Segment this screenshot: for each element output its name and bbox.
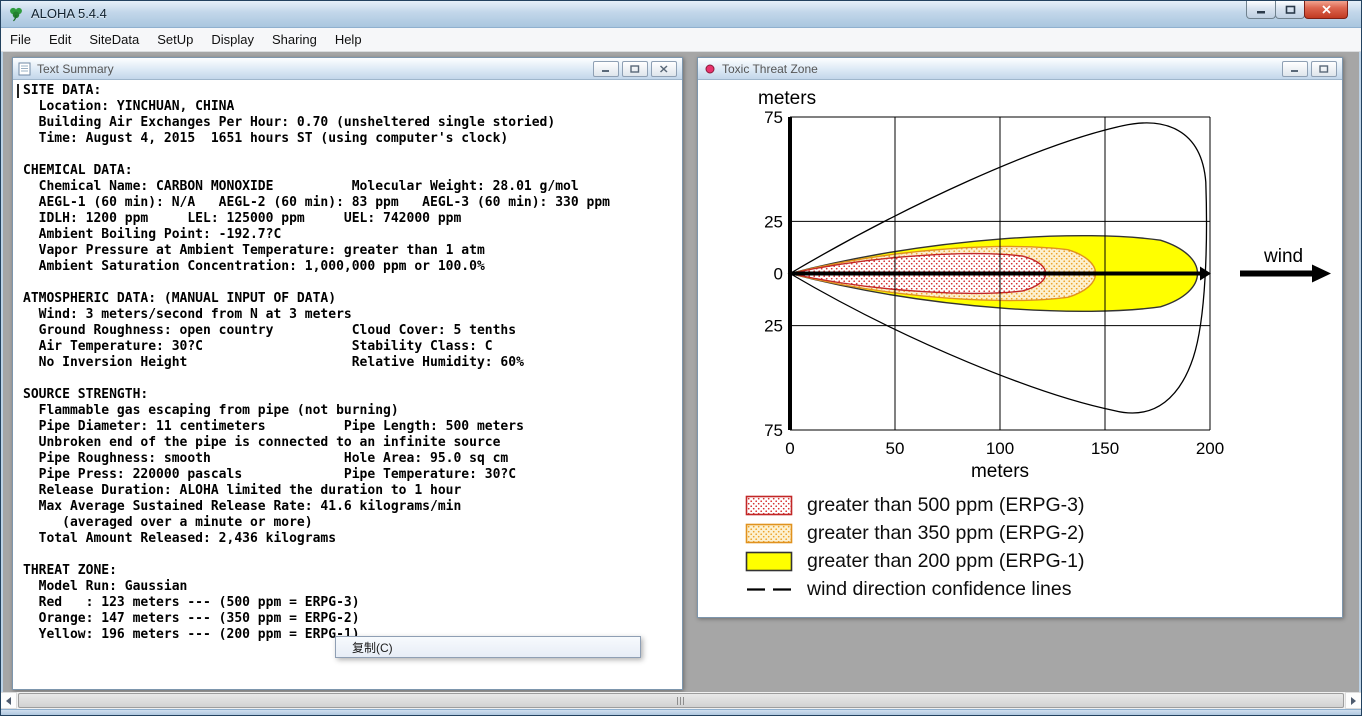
legend-swatch-yellow: [745, 551, 793, 571]
menu-help[interactable]: Help: [327, 29, 370, 50]
scrollbar-track[interactable]: [17, 692, 1345, 709]
scroll-left-button[interactable]: [0, 692, 17, 709]
y-tick-label: 75: [764, 421, 783, 440]
legend-label-yellow: greater than 200 ppm (ERPG-1): [807, 549, 1085, 572]
legend-swatch-dashed-line: [747, 587, 791, 591]
window-left-frame: [0, 52, 3, 709]
menu-sitedata[interactable]: SiteData: [81, 29, 147, 50]
y-tick-label: 25: [764, 212, 783, 231]
document-icon: [18, 62, 32, 76]
threat-zone-window: Toxic Threat Zone 0 50 100 150 200 75 25…: [697, 57, 1343, 618]
threat-zone-plot: 0 50 100 150 200752502575metersmeterswind: [758, 88, 1331, 482]
threat-zone-title: Toxic Threat Zone: [722, 61, 818, 76]
threat-legend: greater than 500 ppm (ERPG-3) greater th…: [745, 491, 1084, 603]
x-tick-label: 100: [986, 439, 1014, 458]
legend-row-orange: greater than 350 ppm (ERPG-2): [745, 519, 1084, 547]
legend-row-red: greater than 500 ppm (ERPG-3): [745, 491, 1084, 519]
menu-setup[interactable]: SetUp: [149, 29, 201, 50]
title-bar[interactable]: ALOHA 5.4.4: [0, 0, 1362, 28]
scroll-left-arrow-icon: [6, 696, 11, 705]
threat-zone-titlebar[interactable]: Toxic Threat Zone: [698, 58, 1342, 80]
maximize-button[interactable]: [1275, 1, 1305, 19]
x-tick-label: 200: [1196, 439, 1224, 458]
x-axis-title: meters: [971, 461, 1029, 482]
menu-edit[interactable]: Edit: [41, 29, 79, 50]
y-tick-label: 25: [764, 317, 783, 336]
window-controls: [1246, 1, 1348, 19]
legend-row-yellow: greater than 200 ppm (ERPG-1): [745, 547, 1084, 575]
threat-zone-maximize-button[interactable]: [1311, 60, 1337, 77]
legend-swatch-red-dots: [745, 495, 793, 515]
menu-bar: File Edit SiteData SetUp Display Sharing…: [0, 28, 1362, 52]
aloha-clover-icon: [8, 6, 24, 22]
legend-swatch-orange-dots: [745, 523, 793, 543]
x-tick-label: 50: [886, 439, 905, 458]
minimize-button[interactable]: [1246, 1, 1276, 19]
y-tick-label: 75: [764, 108, 783, 127]
threat-zone-content: 0 50 100 150 200 75 25 0 25 75 meters meters wind gr…: [698, 80, 1342, 617]
text-summary-titlebar[interactable]: Text Summary: [13, 58, 682, 80]
text-summary-content: SITE DATA: Location: YINCHUAN, CHINA Bui…: [13, 80, 682, 689]
wind-arrow: [1240, 270, 1312, 277]
menu-display[interactable]: Display: [203, 29, 262, 50]
text-summary-close-button[interactable]: [651, 60, 677, 77]
menu-file[interactable]: File: [2, 29, 39, 50]
text-summary-window: Text Summary SITE DATA: Location: YINCHU…: [12, 57, 683, 690]
context-menu-item-copy[interactable]: 复制(C): [336, 639, 393, 656]
window-title: ALOHA 5.4.4: [31, 6, 107, 21]
close-button[interactable]: [1304, 1, 1348, 19]
x-tick-label: 0: [785, 439, 794, 458]
horizontal-scrollbar[interactable]: [0, 692, 1362, 709]
x-tick-label: 150: [1091, 439, 1119, 458]
scroll-right-button[interactable]: [1345, 692, 1362, 709]
text-summary-minimize-button[interactable]: [593, 60, 619, 77]
legend-label-red: greater than 500 ppm (ERPG-3): [807, 493, 1085, 516]
legend-label-confidence: wind direction confidence lines: [807, 577, 1072, 600]
legend-row-confidence: wind direction confidence lines: [745, 575, 1084, 603]
text-summary-maximize-button[interactable]: [622, 60, 648, 77]
menu-sharing[interactable]: Sharing: [264, 29, 325, 50]
threat-zone-minimize-button[interactable]: [1282, 60, 1308, 77]
scroll-right-arrow-icon: [1351, 696, 1356, 705]
summary-text[interactable]: SITE DATA: Location: YINCHUAN, CHINA Bui…: [13, 80, 682, 643]
mdi-area: Text Summary SITE DATA: Location: YINCHU…: [0, 52, 1362, 692]
text-cursor: [17, 84, 19, 98]
y-tick-label: 0: [774, 265, 783, 284]
y-axis-title: meters: [758, 88, 816, 109]
scrollbar-thumb[interactable]: [18, 693, 1344, 708]
legend-label-orange: greater than 350 ppm (ERPG-2): [807, 521, 1085, 544]
wind-label: wind: [1263, 246, 1303, 267]
window-bottom-frame: [0, 709, 1362, 716]
threat-zone-icon: [703, 62, 717, 76]
x-axis: [790, 271, 1202, 276]
context-menu: 复制(C): [335, 636, 641, 658]
scrollbar-grip-icon: [676, 696, 686, 705]
wind-arrowhead: [1312, 264, 1331, 283]
aloha-main-window: ALOHA 5.4.4 File Edit SiteData SetUp Dis…: [0, 0, 1362, 716]
text-summary-title: Text Summary: [37, 61, 114, 76]
